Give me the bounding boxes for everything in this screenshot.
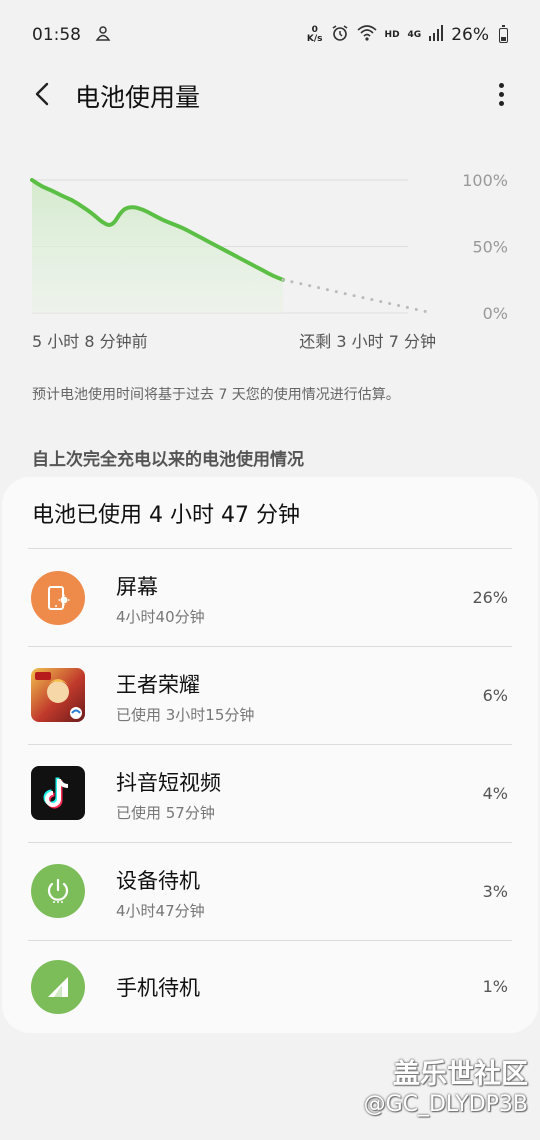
chart-start-label: 5 小时 8 分钟前 <box>32 332 148 351</box>
chart-y-tick-label: 50% <box>472 238 508 257</box>
back-button[interactable] <box>22 74 62 114</box>
item-percent: 3% <box>482 882 508 901</box>
status-time: 01:58 <box>32 25 81 45</box>
item-subtext: 4小时47分钟 <box>116 902 205 920</box>
section-title: 自上次完全充电以来的电池使用情况 <box>32 450 304 470</box>
watermark-username: @GC_DLYDP3B <box>363 1092 528 1117</box>
item-name: 王者荣耀 <box>116 673 200 697</box>
more-dot <box>498 100 504 106</box>
more-dot <box>498 91 504 97</box>
chart-end-label: 还剩 3 小时 7 分钟 <box>299 332 436 351</box>
net-speed-indicator: 0 K/s <box>306 25 323 44</box>
usage-row-honor-of-kings[interactable]: 王者荣耀 已使用 3小时15分钟 6% <box>2 647 538 744</box>
power-icon <box>31 864 85 918</box>
page-title: 电池使用量 <box>75 83 201 112</box>
wifi-icon <box>357 24 377 46</box>
item-name: 手机待机 <box>116 976 200 1000</box>
chart-y-tick-label: 0% <box>483 304 508 323</box>
hd-indicator: HD <box>384 30 400 40</box>
usage-card: 电池已使用 4 小时 47 分钟 屏幕 4小时40分钟 26% 王者荣耀 已使用… <box>2 477 538 1033</box>
screen-icon <box>31 571 85 625</box>
status-bar: 01:58 0 K/s HD 4G 26% <box>0 0 540 70</box>
alarm-icon <box>331 24 349 47</box>
item-subtext: 已使用 57分钟 <box>116 804 215 822</box>
item-name: 设备待机 <box>116 869 200 893</box>
item-percent: 4% <box>482 784 508 803</box>
usage-row-screen[interactable]: 屏幕 4小时40分钟 26% <box>2 549 538 646</box>
app-header: 电池使用量 <box>0 70 540 120</box>
back-arrow-icon <box>35 82 49 106</box>
usage-row-device-idle[interactable]: 设备待机 4小时47分钟 3% <box>2 843 538 940</box>
item-name: 抖音短视频 <box>116 771 221 795</box>
network-type: 4G <box>407 30 422 40</box>
item-percent: 1% <box>482 977 508 996</box>
card-title: 电池已使用 4 小时 47 分钟 <box>32 503 300 528</box>
item-percent: 6% <box>482 686 508 705</box>
usage-row-douyin[interactable]: 抖音短视频 已使用 57分钟 4% <box>2 745 538 842</box>
more-dot <box>498 82 504 88</box>
item-percent: 26% <box>472 588 508 607</box>
estimate-note: 预计电池使用时间将基于过去 7 天您的使用情况进行估算。 <box>32 387 400 403</box>
battery-percent: 26% <box>451 25 489 45</box>
item-name: 屏幕 <box>116 575 158 599</box>
cell-signal-icon <box>429 24 444 46</box>
honor-of-kings-app-icon <box>31 668 85 722</box>
douyin-app-icon <box>31 766 85 820</box>
item-subtext: 4小时40分钟 <box>116 608 205 626</box>
notification-icon <box>95 25 111 46</box>
more-options-button[interactable] <box>486 76 516 112</box>
usage-row-phone-idle[interactable]: 手机待机 1% <box>2 941 538 1033</box>
battery-icon <box>499 24 508 43</box>
item-subtext: 已使用 3小时15分钟 <box>116 706 255 724</box>
chart-prediction-line <box>281 278 434 315</box>
signal-icon <box>31 960 85 1014</box>
watermark-community: 盖乐世社区 <box>393 1059 528 1090</box>
chart-y-tick-label: 100% <box>462 171 508 190</box>
